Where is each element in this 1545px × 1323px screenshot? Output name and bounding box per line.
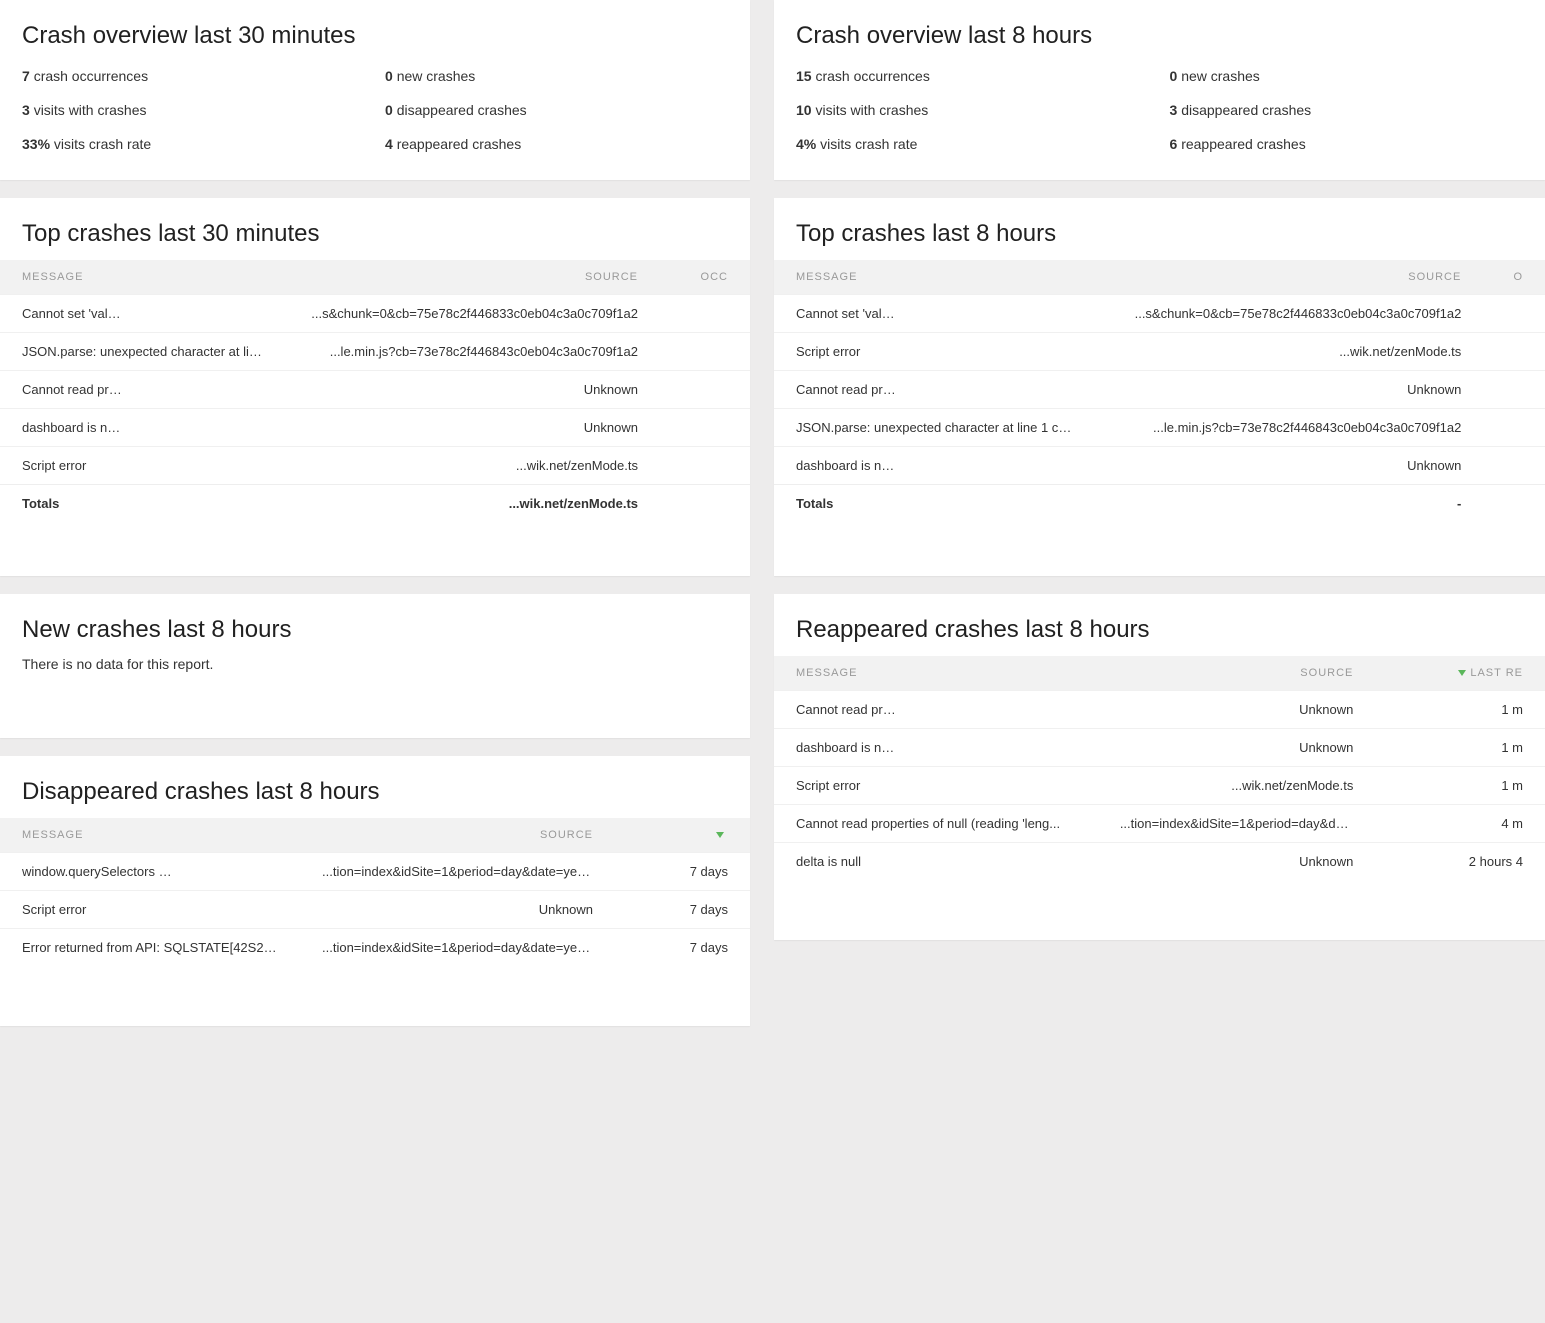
panel-title: Crash overview last 8 hours bbox=[796, 22, 1523, 50]
table-row[interactable]: Error returned from API: SQLSTATE[42S22]… bbox=[0, 929, 750, 967]
disappeared-crashes-8h-panel: Disappeared crashes last 8 hours MESSAGE… bbox=[0, 756, 750, 1026]
table-row[interactable]: Script error...wik.net/zenMode.ts1 m bbox=[774, 767, 1545, 805]
table-row[interactable]: dashboard is n…Unknown bbox=[774, 447, 1545, 485]
table-row[interactable]: window.querySelectors …...tion=index&idS… bbox=[0, 853, 750, 891]
stat-reappeared: 6 reappeared crashes bbox=[1170, 136, 1524, 152]
no-data-message: There is no data for this report. bbox=[0, 656, 750, 702]
overview-grid: 7 crash occurrences 0 new crashes 3 visi… bbox=[22, 68, 728, 152]
stat-visits-with-crashes: 3 visits with crashes bbox=[22, 102, 365, 118]
panel-title: Top crashes last 8 hours bbox=[774, 198, 1545, 260]
stat-occurrences: 15 crash occurrences bbox=[796, 68, 1150, 84]
reappeared-crashes-table: MESSAGE SOURCE LAST RE Cannot read pr…Un… bbox=[774, 656, 1545, 880]
panel-title: New crashes last 8 hours bbox=[0, 594, 750, 656]
table-totals-row: Totals- bbox=[774, 485, 1545, 523]
col-last-reported[interactable] bbox=[615, 818, 750, 853]
overview-grid: 15 crash occurrences 0 new crashes 10 vi… bbox=[796, 68, 1523, 152]
stat-occurrences: 7 crash occurrences bbox=[22, 68, 365, 84]
stat-disappeared: 3 disappeared crashes bbox=[1170, 102, 1524, 118]
stat-new-crashes: 0 new crashes bbox=[1170, 68, 1524, 84]
table-row[interactable]: Cannot read pr…Unknown bbox=[0, 371, 750, 409]
panel-title: Crash overview last 30 minutes bbox=[22, 22, 728, 50]
sort-desc-icon bbox=[1458, 670, 1466, 676]
col-message[interactable]: MESSAGE bbox=[0, 260, 285, 295]
table-totals-row: Totals...wik.net/zenMode.ts bbox=[0, 485, 750, 523]
sort-desc-icon bbox=[716, 832, 724, 838]
new-crashes-8h-panel: New crashes last 8 hours There is no dat… bbox=[0, 594, 750, 738]
col-occurrences[interactable]: O bbox=[1483, 260, 1545, 295]
top-crashes-30min-table: MESSAGE SOURCE OCC Cannot set 'val…...s&… bbox=[0, 260, 750, 522]
table-row[interactable]: dashboard is n…Unknown bbox=[0, 409, 750, 447]
table-row[interactable]: Cannot set 'val…...s&chunk=0&cb=75e78c2f… bbox=[0, 295, 750, 333]
table-row[interactable]: Script errorUnknown7 days bbox=[0, 891, 750, 929]
col-source[interactable]: SOURCE bbox=[1098, 656, 1376, 691]
table-row[interactable]: JSON.parse: unexpected character at line… bbox=[0, 333, 750, 371]
top-crashes-8h-panel: Top crashes last 8 hours MESSAGE SOURCE … bbox=[774, 198, 1545, 576]
panel-title: Reappeared crashes last 8 hours bbox=[774, 594, 1545, 656]
col-occurrences[interactable]: OCC bbox=[660, 260, 750, 295]
table-row[interactable]: delta is nullUnknown2 hours 4 bbox=[774, 843, 1545, 881]
table-row[interactable]: Cannot set 'val…...s&chunk=0&cb=75e78c2f… bbox=[774, 295, 1545, 333]
col-message[interactable]: MESSAGE bbox=[774, 260, 1098, 295]
crash-overview-8h-panel: Crash overview last 8 hours 15 crash occ… bbox=[774, 0, 1545, 180]
col-source[interactable]: SOURCE bbox=[1098, 260, 1484, 295]
panel-title: Top crashes last 30 minutes bbox=[0, 198, 750, 260]
top-crashes-30min-panel: Top crashes last 30 minutes MESSAGE SOUR… bbox=[0, 198, 750, 576]
col-message[interactable]: MESSAGE bbox=[0, 818, 300, 853]
stat-disappeared: 0 disappeared crashes bbox=[385, 102, 728, 118]
stat-new-crashes: 0 new crashes bbox=[385, 68, 728, 84]
table-row[interactable]: Script error...wik.net/zenMode.ts bbox=[0, 447, 750, 485]
col-source[interactable]: SOURCE bbox=[300, 818, 615, 853]
table-row[interactable]: JSON.parse: unexpected character at line… bbox=[774, 409, 1545, 447]
table-row[interactable]: Cannot read pr…Unknown bbox=[774, 371, 1545, 409]
stat-reappeared: 4 reappeared crashes bbox=[385, 136, 728, 152]
col-source[interactable]: SOURCE bbox=[285, 260, 660, 295]
crash-overview-30min-panel: Crash overview last 30 minutes 7 crash o… bbox=[0, 0, 750, 180]
panel-title: Disappeared crashes last 8 hours bbox=[0, 756, 750, 818]
table-row[interactable]: dashboard is n…Unknown1 m bbox=[774, 729, 1545, 767]
reappeared-crashes-8h-panel: Reappeared crashes last 8 hours MESSAGE … bbox=[774, 594, 1545, 940]
table-row[interactable]: Script error...wik.net/zenMode.ts bbox=[774, 333, 1545, 371]
table-row[interactable]: Cannot read pr…Unknown1 m bbox=[774, 691, 1545, 729]
disappeared-crashes-table: MESSAGE SOURCE window.querySelectors …..… bbox=[0, 818, 750, 966]
col-message[interactable]: MESSAGE bbox=[774, 656, 1098, 691]
stat-visits-with-crashes: 10 visits with crashes bbox=[796, 102, 1150, 118]
stat-crash-rate: 4% visits crash rate bbox=[796, 136, 1150, 152]
col-last-reappeared[interactable]: LAST RE bbox=[1375, 656, 1545, 691]
table-row[interactable]: Cannot read properties of null (reading … bbox=[774, 805, 1545, 843]
top-crashes-8h-table: MESSAGE SOURCE O Cannot set 'val…...s&ch… bbox=[774, 260, 1545, 522]
stat-crash-rate: 33% visits crash rate bbox=[22, 136, 365, 152]
